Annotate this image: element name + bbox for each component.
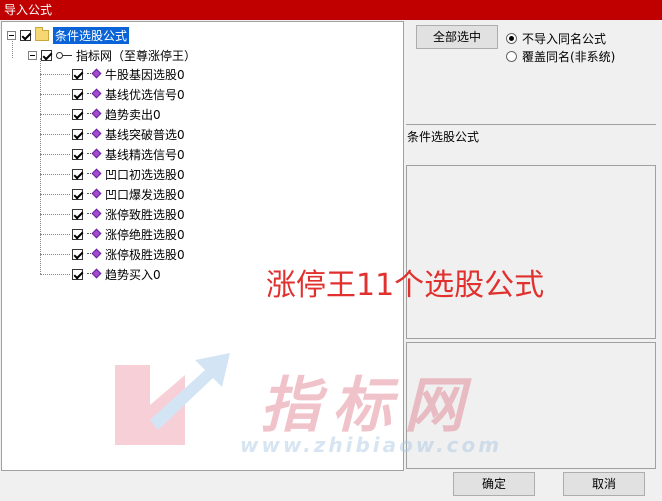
tree-item[interactable]: 基线精选信号0	[40, 145, 185, 163]
formula-icon	[87, 188, 101, 200]
root-checkbox[interactable]	[20, 29, 31, 41]
formula-icon	[87, 228, 101, 240]
tree-item-label: 涨停致胜选股0	[105, 207, 185, 222]
formula-icon	[87, 248, 101, 260]
radio-label: 不导入同名公式	[522, 32, 607, 46]
formula-icon	[87, 268, 101, 280]
select-all-button[interactable]: 全部选中	[416, 25, 498, 49]
item-checkbox[interactable]	[72, 228, 83, 240]
formula-icon	[87, 108, 101, 120]
tree-item[interactable]: 牛股基因选股0	[40, 65, 185, 83]
description-box	[406, 165, 656, 339]
formula-icon	[87, 68, 101, 80]
tree-item[interactable]: 涨停极胜选股0	[40, 245, 185, 263]
collapse-icon[interactable]	[7, 30, 16, 40]
tree-root-label: 条件选股公式	[53, 26, 130, 44]
tree-item-label: 涨停绝胜选股0	[105, 227, 185, 242]
watermark-url: www.zhibiaow.com	[240, 433, 503, 457]
formula-icon	[87, 148, 101, 160]
tree-node-group[interactable]: 指标网（至尊涨停王）	[28, 46, 196, 64]
item-checkbox[interactable]	[72, 268, 83, 280]
dialog-title: 导入公式	[4, 3, 53, 17]
category-info: 条件选股公式	[406, 124, 656, 164]
tree-item-label: 趋势买入0	[105, 267, 161, 282]
folder-icon	[35, 26, 49, 41]
tree-item-label: 牛股基因选股0	[105, 67, 185, 82]
overlay-annotation: 涨停王11个选股公式	[266, 268, 545, 303]
radio-label: 覆盖同名(非系统)	[522, 50, 616, 64]
tree-item-label: 涨停极胜选股0	[105, 247, 185, 262]
cancel-button[interactable]: 取消	[563, 472, 645, 496]
watermark: 指标网 www.zhibiaow.com	[110, 345, 530, 457]
radio-button[interactable]	[506, 33, 517, 44]
tree-item-label: 基线精选信号0	[105, 147, 185, 162]
tree-item[interactable]: 凹口初选选股0	[40, 165, 185, 183]
watermark-text: 指标网	[260, 371, 476, 441]
ok-button[interactable]: 确定	[453, 472, 535, 496]
tree-item[interactable]: 涨停绝胜选股0	[40, 225, 185, 243]
item-checkbox[interactable]	[72, 108, 83, 120]
watermark-logo-icon	[115, 353, 230, 445]
tree-item[interactable]: 基线优选信号0	[40, 85, 185, 103]
radio-overwrite-duplicates[interactable]: 覆盖同名(非系统)	[506, 48, 615, 65]
formula-icon	[87, 168, 101, 180]
collapse-icon[interactable]	[28, 50, 37, 60]
key-icon	[56, 50, 72, 60]
tree-item[interactable]: 趋势买入0	[40, 265, 161, 283]
tree-group-label: 指标网（至尊涨停王）	[76, 48, 197, 63]
dialog-title-bar: 导入公式	[0, 0, 662, 20]
radio-button[interactable]	[506, 51, 517, 62]
item-checkbox[interactable]	[72, 168, 83, 180]
tree-node-root[interactable]: 条件选股公式	[7, 26, 130, 44]
item-checkbox[interactable]	[72, 148, 83, 160]
tree-item[interactable]: 涨停致胜选股0	[40, 205, 185, 223]
tree-item-label: 基线优选信号0	[105, 87, 185, 102]
item-checkbox[interactable]	[72, 208, 83, 220]
tree-item-label: 基线突破普选0	[105, 127, 185, 142]
item-checkbox[interactable]	[72, 188, 83, 200]
tree-item-label: 凹口初选选股0	[105, 167, 185, 182]
tree-item[interactable]: 凹口爆发选股0	[40, 185, 185, 203]
tree-item[interactable]: 基线突破普选0	[40, 125, 185, 143]
category-label: 条件选股公式	[407, 130, 480, 144]
tree-item[interactable]: 趋势卖出0	[40, 105, 161, 123]
tree-item-label: 凹口爆发选股0	[105, 187, 185, 202]
radio-skip-duplicates[interactable]: 不导入同名公式	[506, 30, 606, 47]
formula-icon	[87, 128, 101, 140]
item-checkbox[interactable]	[72, 68, 83, 80]
item-checkbox[interactable]	[72, 88, 83, 100]
item-checkbox[interactable]	[72, 128, 83, 140]
group-checkbox[interactable]	[41, 49, 52, 61]
item-checkbox[interactable]	[72, 248, 83, 260]
tree-item-label: 趋势卖出0	[105, 107, 161, 122]
formula-icon	[87, 208, 101, 220]
formula-icon	[87, 88, 101, 100]
